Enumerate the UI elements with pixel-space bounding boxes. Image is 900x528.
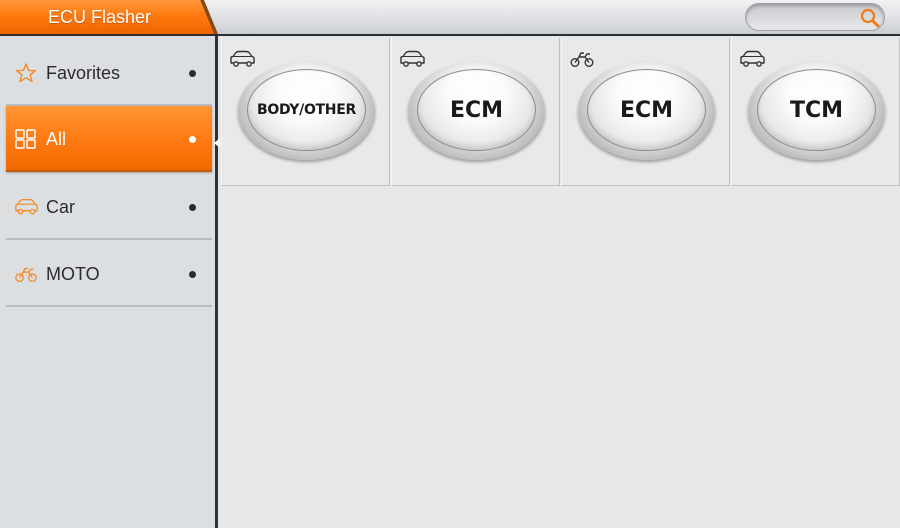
module-button[interactable]: ECM	[578, 62, 715, 160]
bullet-dot	[189, 136, 196, 143]
module-button[interactable]: BODY/OTHER	[238, 62, 375, 160]
module-button[interactable]: TCM	[748, 62, 885, 160]
search-box[interactable]	[745, 3, 885, 31]
bullet-dot	[189, 70, 196, 77]
car-icon	[15, 198, 38, 215]
module-grid: BODY/OTHER ECM ECM TCM	[221, 38, 900, 528]
bullet-dot	[189, 271, 196, 278]
module-label: ECM	[587, 69, 706, 151]
car-icon	[740, 50, 765, 67]
car-icon	[230, 50, 255, 67]
app-title: ECU Flasher	[0, 0, 214, 34]
bullet-dot	[189, 204, 196, 211]
module-label: BODY/OTHER	[247, 69, 366, 151]
motorcycle-icon	[570, 52, 594, 67]
module-button[interactable]: ECM	[408, 62, 545, 160]
module-tile-ecm-car[interactable]: ECM	[391, 38, 560, 186]
grid-icon	[15, 129, 36, 149]
sidebar: Favorites All Car MOTO	[0, 36, 218, 528]
top-bar: ECU Flasher	[0, 0, 900, 36]
module-tile-tcm[interactable]: TCM	[731, 38, 900, 186]
module-tile-body-other[interactable]: BODY/OTHER	[221, 38, 390, 186]
motorcycle-icon	[15, 267, 37, 283]
module-label: TCM	[757, 69, 876, 151]
search-icon[interactable]	[859, 7, 881, 29]
sidebar-item-favorites[interactable]: Favorites	[6, 40, 212, 106]
sidebar-item-label: Car	[46, 197, 76, 217]
module-label: ECM	[417, 69, 536, 151]
search-input[interactable]	[756, 8, 856, 26]
sidebar-item-moto[interactable]: MOTO	[6, 241, 212, 307]
sidebar-item-label: Favorites	[46, 63, 121, 83]
sidebar-item-car[interactable]: Car	[6, 174, 212, 240]
car-icon	[400, 50, 425, 67]
star-icon	[15, 63, 37, 83]
sidebar-item-label: All	[46, 129, 67, 149]
module-tile-ecm-moto[interactable]: ECM	[561, 38, 730, 186]
sidebar-item-all[interactable]: All	[6, 106, 212, 172]
sidebar-item-label: MOTO	[46, 264, 100, 284]
